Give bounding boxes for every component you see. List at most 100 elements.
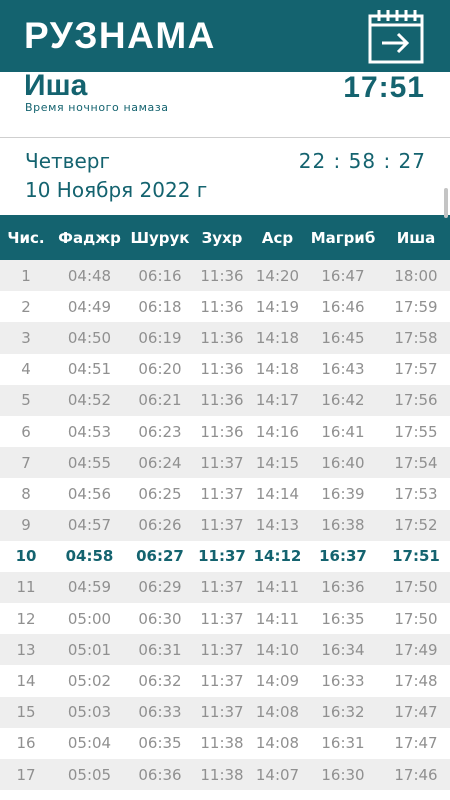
table-row: 17 05:05 06:36 11:38 14:07 16:30 17:46 <box>0 759 450 791</box>
sunrise-cell: 06:25 <box>138 484 182 503</box>
isha-cell: 17:56 <box>394 391 438 410</box>
fajr-cell: 04:57 <box>67 516 112 535</box>
header-asr: Аср <box>261 228 294 247</box>
sunrise-cell: 06:26 <box>138 516 182 535</box>
sunrise-cell: 06:35 <box>138 734 182 753</box>
maghrib-cell: 16:33 <box>321 672 365 691</box>
maghrib-cell: 16:46 <box>321 297 365 316</box>
dhuhr-cell: 11:36 <box>200 422 244 441</box>
sunrise-cell: 06:33 <box>138 703 182 722</box>
current-clock: 22 : 58 : 27 <box>298 149 426 173</box>
header-day: Чис. <box>7 228 45 247</box>
day-cell: 2 <box>21 297 31 316</box>
prayer-times-table-container[interactable]: Чис. Фаджр Шурук Зухр Аср Магриб Иша 1 04… <box>0 215 450 800</box>
isha-cell: 17:50 <box>394 609 438 628</box>
fajr-cell: 04:56 <box>67 484 112 503</box>
current-prayer-panel: Иша Время ночного намаза 17:51 <box>0 69 450 138</box>
table-body: 1 04:48 06:16 11:36 14:20 16:47 18:00 2 04:49 06:… <box>0 260 450 791</box>
isha-cell: 17:51 <box>392 547 440 566</box>
maghrib-cell: 16:37 <box>319 547 367 566</box>
app-header: РУЗНАМА <box>0 0 450 72</box>
dhuhr-cell: 11:36 <box>200 297 244 316</box>
maghrib-cell: 16:42 <box>321 391 365 410</box>
table-row: 6 04:53 06:23 11:36 14:16 16:41 17:55 <box>0 415 450 448</box>
table-row: 1 04:48 06:16 11:36 14:20 16:47 18:00 <box>0 260 450 292</box>
fajr-cell: 05:00 <box>67 609 112 628</box>
isha-cell: 18:00 <box>394 266 438 285</box>
day-cell: 5 <box>21 391 31 410</box>
day-cell: 4 <box>21 360 31 379</box>
table-row: 4 04:51 06:20 11:36 14:18 16:43 17:57 <box>0 353 450 385</box>
day-cell: 17 <box>16 765 36 784</box>
fajr-cell: 05:02 <box>67 672 112 691</box>
table-row: 8 04:56 06:25 11:37 14:14 16:39 17:53 <box>0 478 450 510</box>
dhuhr-cell: 11:36 <box>200 328 244 347</box>
asr-cell: 14:11 <box>255 609 300 628</box>
calendar-arrow-icon <box>368 10 424 64</box>
maghrib-cell: 16:43 <box>321 360 365 379</box>
asr-cell: 14:17 <box>255 391 300 410</box>
sunrise-cell: 06:18 <box>138 297 182 316</box>
dhuhr-cell: 11:36 <box>200 266 244 285</box>
isha-cell: 17:55 <box>394 422 438 441</box>
sunrise-cell: 06:23 <box>138 422 182 441</box>
weekday-label: Четверг <box>25 149 110 173</box>
asr-cell: 14:08 <box>255 734 300 753</box>
day-cell: 12 <box>16 609 36 628</box>
calendar-button[interactable] <box>367 8 425 66</box>
dhuhr-cell: 11:36 <box>200 391 244 410</box>
sunrise-cell: 06:20 <box>138 360 182 379</box>
asr-cell: 14:10 <box>255 640 300 659</box>
day-cell: 7 <box>21 453 31 472</box>
current-prayer-description: Время ночного намаза <box>25 101 169 114</box>
fajr-cell: 04:58 <box>65 547 114 566</box>
asr-cell: 14:09 <box>255 672 300 691</box>
table-header-row: Чис. Фаджр Шурук Зухр Аср Магриб Иша <box>0 215 450 260</box>
asr-cell: 14:16 <box>255 422 300 441</box>
asr-cell: 14:14 <box>255 484 300 503</box>
dhuhr-cell: 11:37 <box>200 578 244 597</box>
table-row: 3 04:50 06:19 11:36 14:18 16:45 17:58 <box>0 322 450 354</box>
table-row: 2 04:49 06:18 11:36 14:19 16:46 17:59 <box>0 291 450 323</box>
isha-cell: 17:52 <box>394 516 438 535</box>
isha-cell: 17:49 <box>394 640 438 659</box>
full-date-label: 10 Ноября 2022 г <box>25 178 208 202</box>
fajr-cell: 04:55 <box>67 453 112 472</box>
sunrise-cell: 06:16 <box>138 266 182 285</box>
day-cell: 14 <box>16 672 36 691</box>
asr-cell: 14:18 <box>255 328 300 347</box>
maghrib-cell: 16:40 <box>321 453 365 472</box>
table-row: 14 05:02 06:32 11:37 14:09 16:33 17:48 <box>0 665 450 697</box>
isha-cell: 17:54 <box>394 453 438 472</box>
fajr-cell: 04:51 <box>67 360 112 379</box>
table-row: 13 05:01 06:31 11:37 14:10 16:34 17:49 <box>0 634 450 666</box>
scrollbar[interactable] <box>444 188 448 218</box>
table-row: 10 04:58 06:27 11:37 14:12 16:37 17:51 <box>0 540 450 572</box>
asr-cell: 14:08 <box>255 703 300 722</box>
maghrib-cell: 16:39 <box>321 484 365 503</box>
dhuhr-cell: 11:37 <box>200 484 244 503</box>
table-row: 7 04:55 06:24 11:37 14:15 16:40 17:54 <box>0 447 450 479</box>
isha-cell: 17:53 <box>394 484 438 503</box>
dhuhr-cell: 11:38 <box>200 765 244 784</box>
fajr-cell: 04:52 <box>67 391 112 410</box>
dhuhr-cell: 11:36 <box>200 360 244 379</box>
isha-cell: 17:47 <box>394 734 438 753</box>
dhuhr-cell: 11:37 <box>200 640 244 659</box>
asr-cell: 14:18 <box>255 360 300 379</box>
maghrib-cell: 16:36 <box>321 578 365 597</box>
fajr-cell: 04:48 <box>67 266 112 285</box>
dhuhr-cell: 11:37 <box>200 516 244 535</box>
dhuhr-cell: 11:37 <box>200 672 244 691</box>
day-cell: 8 <box>21 484 31 503</box>
app-title: РУЗНАМА <box>24 15 216 56</box>
fajr-cell: 04:50 <box>67 328 112 347</box>
dhuhr-cell: 11:38 <box>200 734 244 753</box>
asr-cell: 14:07 <box>255 765 300 784</box>
sunrise-cell: 06:19 <box>138 328 182 347</box>
sunrise-cell: 06:36 <box>138 765 182 784</box>
maghrib-cell: 16:32 <box>321 703 365 722</box>
day-cell: 6 <box>21 422 31 441</box>
isha-cell: 17:58 <box>394 328 438 347</box>
header-maghrib: Магриб <box>310 228 376 247</box>
